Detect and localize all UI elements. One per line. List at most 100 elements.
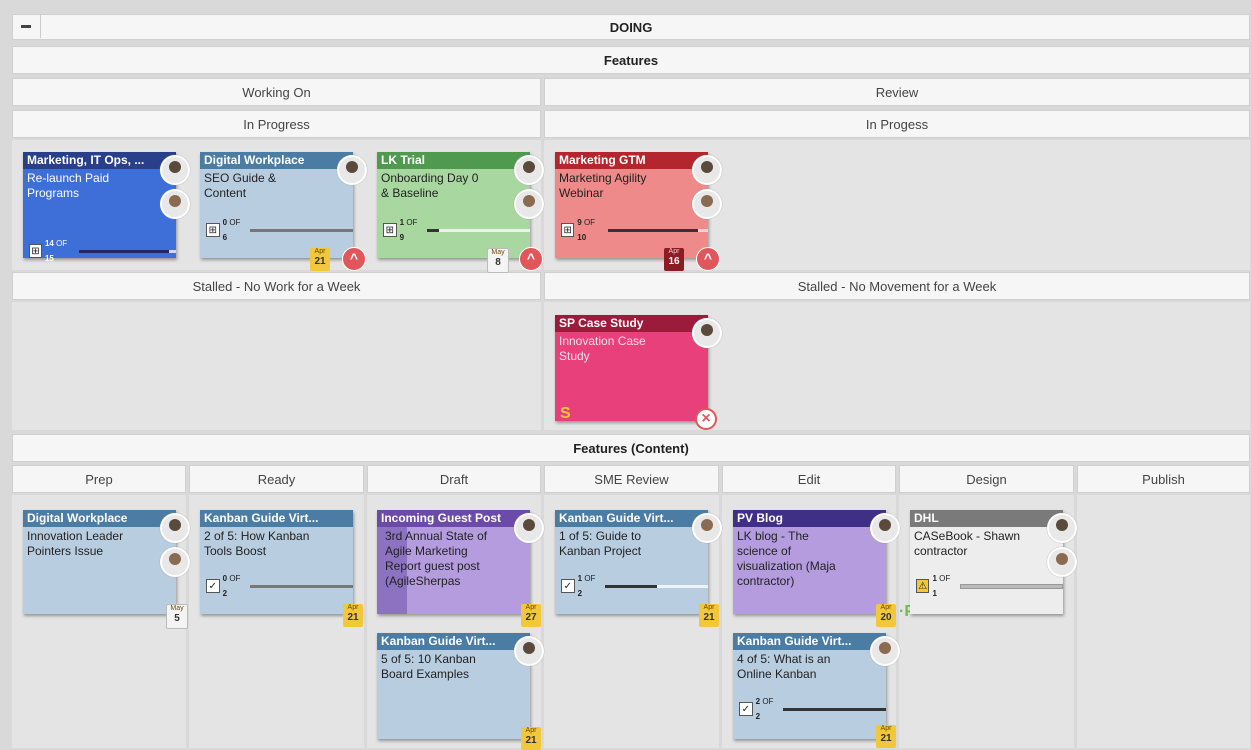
card-title: SEO Guide & Content	[204, 171, 277, 200]
progress-total: 1	[932, 589, 937, 598]
avatar[interactable]	[514, 155, 544, 185]
lane-features[interactable]: Features	[12, 46, 1250, 74]
card-title: Re-launch Paid Programs	[27, 171, 110, 200]
avatar[interactable]	[160, 513, 190, 543]
progress-of: OF	[56, 239, 68, 248]
column-in-progress[interactable]: In Progress	[12, 110, 541, 138]
column-prep[interactable]: Prep	[12, 465, 186, 493]
progress-done: 1	[399, 218, 405, 227]
priority-alert-icon[interactable]: ^	[696, 247, 720, 271]
priority-alert-icon[interactable]: ^	[342, 247, 366, 271]
column-publish[interactable]: Publish	[1077, 465, 1250, 493]
lane-features-content[interactable]: Features (Content)	[12, 434, 1250, 462]
avatar[interactable]	[692, 189, 722, 219]
blocker-icon[interactable]: ×	[695, 408, 717, 430]
column-draft-title: Draft	[439, 471, 469, 487]
card-title: LK blog - The science of visualization (…	[737, 529, 836, 588]
progress-of: OF	[229, 574, 241, 583]
due-date-badge[interactable]: Apr 27	[521, 604, 541, 627]
due-month: May	[491, 249, 505, 256]
column-stalled-work[interactable]: Stalled - No Work for a Week	[12, 272, 541, 300]
progress-total: 15	[44, 254, 54, 263]
column-draft[interactable]: Draft	[367, 465, 541, 493]
column-sme-review[interactable]: SME Review	[544, 465, 719, 493]
progress-track	[250, 584, 353, 588]
progress-fill	[427, 228, 439, 232]
alert-glyph: ^	[349, 250, 359, 266]
card-marketing-it-ops[interactable]: Marketing, IT Ops, ... Re-launch Paid Pr…	[23, 152, 176, 263]
avatar[interactable]	[870, 513, 900, 543]
column-review[interactable]: Review	[544, 78, 1250, 106]
due-day: 27	[525, 612, 537, 623]
avatar[interactable]	[337, 155, 367, 185]
card-kanban-guide-ready[interactable]: Kanban Guide Virt... 2 of 5: How Kanban …	[200, 510, 353, 614]
card-dhl[interactable]: DHL CASeBook - Shawn contractor ⚠ 1 OF 1	[910, 510, 1063, 614]
minus-icon	[21, 24, 31, 28]
due-date-badge[interactable]: Apr 21	[699, 604, 719, 627]
column-working-on[interactable]: Working On	[12, 78, 541, 106]
column-design[interactable]: Design	[899, 465, 1074, 493]
avatar-group[interactable]	[692, 513, 722, 543]
avatar[interactable]	[514, 513, 544, 543]
card-progress: ✓ 0 OF 2	[206, 571, 353, 601]
card-sp-case-study[interactable]: SP Case Study Innovation Case Study	[555, 315, 708, 421]
card-header: LK Trial	[377, 152, 530, 169]
column-in-progess[interactable]: In Progess	[544, 110, 1250, 138]
progress-fill	[79, 249, 170, 253]
column-review-title: Review	[875, 84, 919, 100]
due-month: Apr	[314, 248, 326, 255]
due-date-badge[interactable]: Apr 20	[876, 604, 896, 627]
cell-stalled-work	[12, 302, 541, 430]
avatar-group[interactable]	[514, 189, 544, 219]
card-lk-trial[interactable]: LK Trial Onboarding Day 0 & Baseline ⊞ 1…	[377, 152, 530, 258]
column-ready[interactable]: Ready	[189, 465, 364, 493]
alert-glyph: ^	[703, 250, 713, 266]
avatar-group[interactable]	[160, 547, 190, 577]
priority-alert-icon[interactable]: ^	[519, 247, 543, 271]
due-date-badge[interactable]: Apr 16	[664, 248, 684, 271]
avatar[interactable]	[160, 189, 190, 219]
progress-of: OF	[229, 218, 241, 227]
board-title: DOING	[609, 19, 653, 35]
due-date-badge[interactable]: May 5	[166, 604, 188, 629]
card-incoming-guest-post[interactable]: Incoming Guest Post 3rd Annual State of …	[377, 510, 530, 614]
progress-track	[783, 707, 886, 711]
column-edit-title: Edit	[797, 471, 821, 487]
card-pv-blog[interactable]: PV Blog LK blog - The science of visuali…	[733, 510, 886, 614]
card-kanban-guide-edit[interactable]: Kanban Guide Virt... 4 of 5: What is an …	[733, 633, 886, 739]
card-digital-workplace[interactable]: Digital Workplace SEO Guide & Content ⊞ …	[200, 152, 353, 258]
column-sme-review-title: SME Review	[594, 471, 669, 487]
column-in-progress-title: In Progress	[243, 116, 310, 132]
due-date-badge[interactable]: May 8	[487, 248, 509, 273]
card-digital-workplace-prep[interactable]: Digital Workplace Innovation Leader Poin…	[23, 510, 176, 614]
card-title: 2 of 5: How Kanban Tools Boost	[204, 529, 310, 558]
card-header: Kanban Guide Virt...	[200, 510, 353, 527]
card-progress: ⊞ 0 OF 6	[206, 215, 353, 245]
column-stalled-movement[interactable]: Stalled - No Movement for a Week	[544, 272, 1250, 300]
progress-of: OF	[762, 697, 774, 706]
avatar[interactable]	[692, 318, 722, 348]
card-marketing-gtm[interactable]: Marketing GTM Marketing Agility Webinar …	[555, 152, 708, 258]
tree-icon: ⊞	[561, 223, 575, 237]
alert-glyph: ^	[526, 250, 536, 266]
progress-track	[959, 583, 1063, 589]
avatar[interactable]	[1047, 513, 1077, 543]
progress-done: 0	[222, 218, 228, 227]
avatar[interactable]	[1047, 547, 1077, 577]
card-kanban-guide-draft[interactable]: Kanban Guide Virt... 5 of 5: 10 Kanban B…	[377, 633, 530, 739]
collapse-button[interactable]	[12, 14, 41, 38]
due-date-badge[interactable]: Apr 21	[521, 727, 541, 750]
avatar[interactable]	[514, 636, 544, 666]
avatar[interactable]	[160, 155, 190, 185]
card-progress: ✓ 2 OF 2	[739, 694, 886, 724]
avatar-group[interactable]	[870, 636, 900, 666]
due-month: May	[170, 605, 184, 612]
due-date-badge[interactable]: Apr 21	[310, 248, 330, 271]
card-header: Marketing, IT Ops, ...	[23, 152, 176, 169]
card-kanban-guide-sme[interactable]: Kanban Guide Virt... 1 of 5: Guide to Ka…	[555, 510, 708, 614]
avatar[interactable]	[692, 155, 722, 185]
due-date-badge[interactable]: Apr 21	[876, 725, 896, 748]
due-date-badge[interactable]: Apr 21	[343, 604, 363, 627]
column-edit[interactable]: Edit	[722, 465, 896, 493]
cell-publish	[1077, 495, 1250, 748]
